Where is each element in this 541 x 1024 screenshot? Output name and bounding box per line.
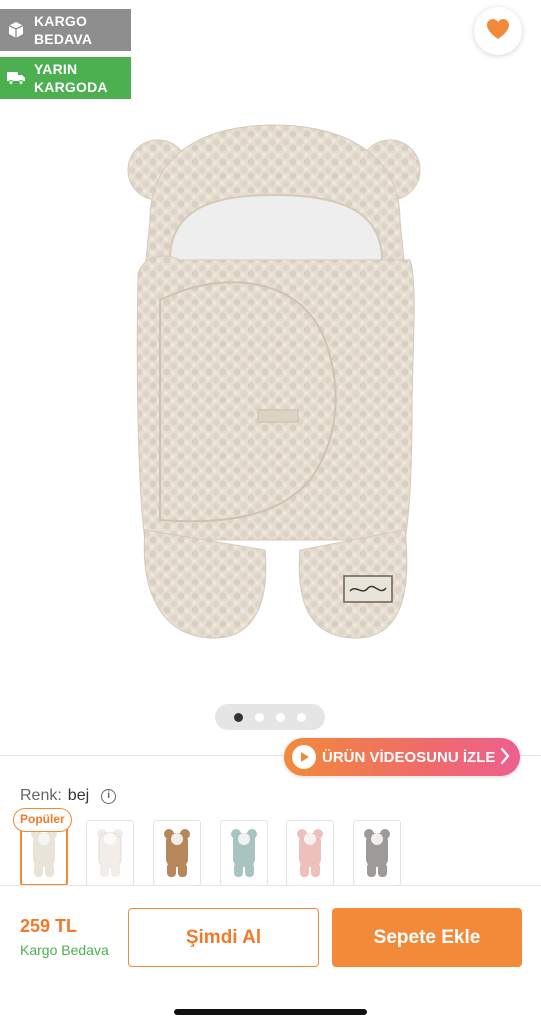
color-swatch-pembe[interactable] <box>286 820 334 886</box>
pagination-dot[interactable] <box>276 712 285 722</box>
truck-icon <box>6 68 26 88</box>
pagination-dot[interactable] <box>255 712 264 722</box>
image-pagination[interactable] <box>215 704 325 730</box>
add-to-cart-button[interactable]: Sepete Ekle <box>332 908 522 967</box>
price: 259 TL <box>20 916 78 936</box>
color-swatch-beyaz[interactable] <box>86 820 134 886</box>
chevron-right-icon <box>500 747 510 769</box>
badge-line1: KARGO <box>34 13 88 29</box>
watch-product-video-button[interactable]: ÜRÜN VİDEOSUNU İZLE <box>284 738 520 776</box>
color-swatch-kahverengi[interactable] <box>153 820 201 886</box>
product-image[interactable] <box>100 110 440 670</box>
badge-line1: YARIN <box>34 61 78 77</box>
box-icon <box>6 20 26 40</box>
purchase-bar: 259 TL Kargo Bedava Şimdi Al Sepete Ekle <box>0 885 541 1024</box>
color-swatch-gri[interactable] <box>353 820 401 886</box>
color-swatch-mint[interactable] <box>220 820 268 886</box>
color-value: bej <box>67 787 90 804</box>
badge-line2: KARGODA <box>34 79 108 95</box>
pagination-dot[interactable] <box>234 712 243 722</box>
heart-icon <box>486 18 510 45</box>
home-indicator[interactable] <box>174 1009 367 1015</box>
free-shipping-badge: KARGO BEDAVA <box>0 9 131 51</box>
video-button-label: ÜRÜN VİDEOSUNU İZLE <box>322 748 496 766</box>
play-icon <box>292 745 316 769</box>
color-key: Renk: <box>20 787 62 804</box>
pagination-dot[interactable] <box>297 712 306 722</box>
shipping-info: Kargo Bedava <box>20 942 109 958</box>
favorite-button[interactable] <box>474 7 522 55</box>
popular-tag: Popüler <box>13 808 72 832</box>
buy-now-button[interactable]: Şimdi Al <box>128 908 319 967</box>
color-selector-label: Renk: bej i <box>20 787 117 805</box>
next-day-shipping-badge: YARIN KARGODA <box>0 57 131 99</box>
badge-line2: BEDAVA <box>34 31 93 47</box>
info-icon[interactable]: i <box>101 788 117 804</box>
color-swatches <box>20 820 540 886</box>
